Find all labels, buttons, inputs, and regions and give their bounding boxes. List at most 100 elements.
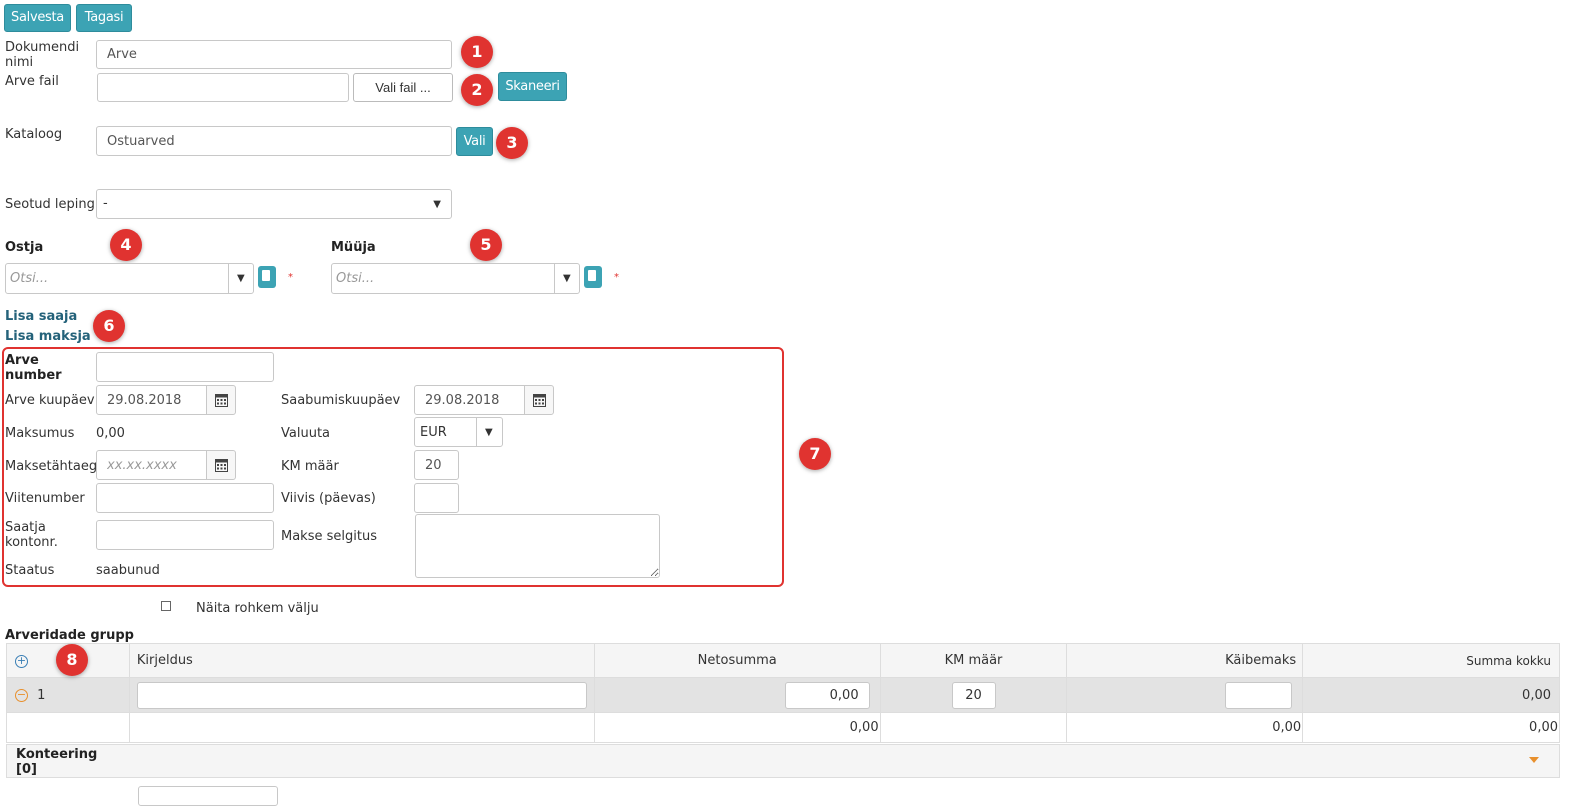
badge-1: 1 — [461, 36, 493, 68]
sender-account-input[interactable] — [96, 520, 274, 550]
divider — [554, 264, 555, 293]
net-cell — [593, 677, 881, 713]
choose-file-button[interactable]: Vali fail ... — [353, 73, 453, 102]
reference-number-input[interactable] — [96, 483, 274, 513]
required-mark: * — [288, 272, 293, 283]
buyer-select[interactable]: ▼ — [5, 263, 254, 294]
due-date-input[interactable] — [96, 450, 207, 480]
seller-search-input[interactable] — [332, 264, 554, 293]
expand-arrow-icon[interactable] — [1529, 757, 1539, 763]
badge-5: 5 — [470, 229, 502, 261]
grand-total: 0,00 — [1302, 712, 1560, 743]
status-value: saabunud — [96, 563, 160, 578]
chevron-down-icon[interactable]: ▼ — [237, 273, 245, 284]
row-description-input[interactable] — [136, 681, 587, 709]
vat-rate-input[interactable] — [414, 450, 459, 480]
more-fields-checkbox[interactable] — [161, 601, 171, 611]
row-total-cell: 0,00 — [1302, 677, 1560, 713]
badge-6: 6 — [93, 310, 125, 342]
badge-8: 8 — [56, 644, 88, 676]
arrival-date-input[interactable] — [414, 385, 525, 415]
row-vat-input[interactable] — [1225, 681, 1293, 709]
badge-2: 2 — [461, 74, 493, 106]
scan-button[interactable]: Skaneeri — [498, 72, 567, 101]
badge-3: 3 — [496, 127, 528, 159]
invoice-date-label: Arve kuupäev — [5, 393, 95, 408]
table-row: − 1 0,00 — [6, 677, 1560, 713]
totals-empty-cell — [128, 712, 595, 743]
required-mark: * — [614, 272, 619, 283]
currency-value: EUR — [420, 425, 447, 440]
column-header-net: Netosumma — [593, 643, 881, 678]
vat-cell — [1066, 677, 1304, 713]
column-header-vat-rate: KM määr — [879, 643, 1068, 678]
cost-label: Maksumus — [5, 426, 75, 441]
table-header-row: + Kirjeldus Netosumma KM määr Käibemaks … — [6, 643, 1560, 678]
seller-label: Müüja — [331, 240, 376, 255]
vat-rate-cell — [879, 677, 1068, 713]
save-button[interactable]: Salvesta — [4, 4, 71, 32]
buyer-search-input[interactable] — [6, 264, 228, 293]
contract-select[interactable]: - ▼ — [96, 189, 452, 219]
choose-catalog-button[interactable]: Vali — [456, 127, 493, 156]
chevron-down-icon: ▼ — [485, 427, 493, 438]
column-header-total: Summa kokku — [1302, 643, 1560, 678]
total-vat: 0,00 — [1066, 712, 1304, 743]
arrival-date-label: Saabumiskuupäev — [281, 393, 401, 408]
contract-label: Seotud leping — [5, 197, 95, 212]
currency-label: Valuuta — [281, 426, 331, 441]
divider — [228, 264, 229, 293]
row-index: 1 — [37, 687, 46, 703]
invoice-number-label: Arve number — [5, 353, 62, 383]
add-row-icon[interactable]: + — [15, 655, 28, 668]
totals-row: 0,00 0,00 0,00 — [6, 712, 1560, 743]
doc-name-label: Dokumendi nimi — [5, 40, 80, 70]
row-vat-rate-input[interactable] — [951, 681, 996, 709]
cost-value: 0,00 — [96, 426, 125, 441]
total-net: 0,00 — [593, 712, 881, 743]
sender-account-label: Saatja kontonr. — [5, 520, 58, 550]
status-label: Staatus — [5, 563, 55, 578]
more-fields-label: Näita rohkem välju — [196, 601, 319, 616]
calendar-icon[interactable] — [524, 385, 554, 415]
accounting-panel-header[interactable]: Konteering [0] — [6, 744, 1560, 778]
badge-4: 4 — [110, 229, 142, 261]
rows-group-title: Arveridade grupp — [5, 628, 134, 643]
invoice-number-input[interactable] — [96, 352, 274, 382]
cropped-input[interactable] — [138, 786, 278, 806]
chevron-down-icon: ▼ — [433, 199, 441, 210]
accounting-title: Konteering [0] — [16, 747, 98, 777]
row-index-cell: − 1 — [6, 677, 130, 713]
late-fee-label: Viivis (päevas) — [281, 491, 376, 506]
remove-row-icon[interactable]: − — [15, 688, 28, 702]
reference-number-label: Viitenumber — [5, 491, 85, 506]
divider — [476, 418, 477, 446]
late-fee-input[interactable] — [414, 483, 459, 513]
payment-description-textarea[interactable] — [415, 514, 660, 578]
contract-select-value: - — [103, 196, 108, 211]
invoice-file-input[interactable] — [97, 73, 349, 102]
calendar-icon[interactable] — [206, 450, 236, 480]
add-recipient-link[interactable]: Lisa saaja — [5, 309, 77, 324]
payment-description-label: Makse selgitus — [281, 529, 377, 544]
doc-name-input[interactable] — [96, 40, 452, 69]
catalog-input[interactable] — [96, 126, 452, 156]
row-net-input[interactable] — [784, 681, 870, 709]
totals-empty-cell — [6, 712, 130, 743]
badge-7: 7 — [799, 438, 831, 470]
chevron-down-icon[interactable]: ▼ — [563, 273, 571, 284]
column-header-description: Kirjeldus — [128, 643, 595, 678]
calendar-icon[interactable] — [206, 385, 236, 415]
buyer-label: Ostja — [5, 240, 44, 255]
add-payer-link[interactable]: Lisa maksja — [5, 329, 91, 344]
invoice-file-label: Arve fail — [5, 74, 59, 89]
document-icon[interactable] — [258, 266, 276, 288]
document-icon[interactable] — [584, 266, 602, 288]
invoice-rows-table: + Kirjeldus Netosumma KM määr Käibemaks … — [6, 643, 1560, 743]
invoice-date-input[interactable] — [96, 385, 207, 415]
totals-empty-cell — [879, 712, 1068, 743]
back-button[interactable]: Tagasi — [76, 4, 132, 32]
description-cell — [128, 677, 595, 713]
seller-select[interactable]: ▼ — [331, 263, 580, 294]
currency-select[interactable]: EUR ▼ — [414, 417, 503, 447]
